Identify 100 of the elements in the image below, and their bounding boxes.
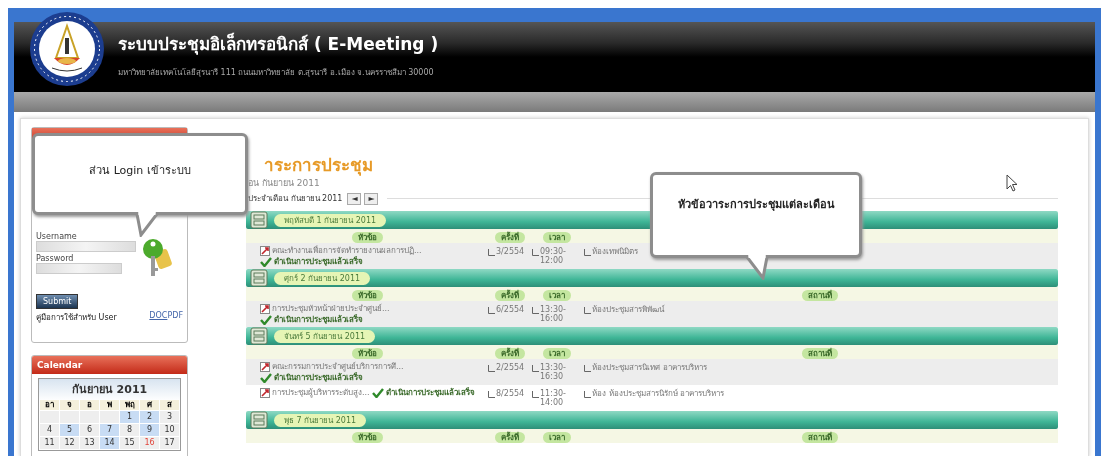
site-title: ระบบประชุมอิเล็กทรอนิกส์ ( E-Meeting ) bbox=[118, 32, 439, 56]
corner-icon bbox=[584, 391, 591, 398]
check-icon bbox=[260, 372, 272, 383]
calendar-day[interactable]: 12 bbox=[60, 437, 79, 449]
weekday-label: อ bbox=[80, 400, 99, 410]
weekday-label: อา bbox=[40, 400, 59, 410]
meeting-place: ห้องประชุมสารนิเทศ อาคารบริหาร bbox=[592, 363, 707, 372]
meeting-place: ห้องประชุมสารพิพัฒน์ bbox=[592, 305, 664, 314]
meeting-number: 3/2554 bbox=[496, 247, 525, 256]
field-label: Password bbox=[36, 254, 75, 263]
weekday-label: ส bbox=[160, 400, 179, 410]
cabinet-icon bbox=[250, 411, 268, 429]
password-field[interactable] bbox=[36, 263, 122, 274]
check-icon bbox=[371, 387, 384, 398]
calendar-day[interactable]: 1 bbox=[120, 411, 139, 423]
calendar-day[interactable]: 9 bbox=[140, 424, 159, 436]
calendar-day[interactable]: 16 bbox=[140, 437, 159, 449]
calendar-day[interactable]: 14 bbox=[100, 437, 119, 449]
meeting-number: 6/2554 bbox=[496, 305, 525, 314]
column-label: เวลา bbox=[543, 231, 571, 243]
calendar-day[interactable]: 13 bbox=[80, 437, 99, 449]
username-field[interactable] bbox=[36, 241, 136, 252]
meeting-time: 09:30-12:00 bbox=[540, 247, 567, 265]
calendar-header: Calendar bbox=[32, 356, 187, 374]
calendar-day[interactable]: 6 bbox=[80, 424, 99, 436]
column-label: สถานที่ bbox=[802, 289, 838, 301]
meeting-status: ดำเนินการประชุมแล้วเสร็จ bbox=[274, 257, 363, 266]
calendar-day[interactable]: 15 bbox=[120, 437, 139, 449]
corner-icon bbox=[584, 307, 591, 314]
meeting-number: 2/2554 bbox=[496, 363, 525, 372]
column-label: เวลา bbox=[543, 289, 571, 301]
meeting-place: ห้องเทพนิมิตร bbox=[592, 247, 638, 256]
weekday-label: จ bbox=[60, 400, 79, 410]
corner-icon bbox=[584, 249, 591, 256]
field-label: Username bbox=[36, 232, 78, 241]
column-label: สถานที่ bbox=[802, 431, 838, 443]
manual-text: คู่มือการใช้สำหรับ User bbox=[36, 312, 117, 324]
calendar-day[interactable]: 8 bbox=[120, 424, 139, 436]
corner-icon bbox=[532, 365, 539, 372]
cursor-icon bbox=[1006, 174, 1018, 192]
download-link[interactable]: PDF bbox=[167, 311, 183, 324]
corner-icon bbox=[584, 365, 591, 372]
meeting-status: ดำเนินการประชุมแล้วเสร็จ bbox=[274, 315, 363, 324]
submit-button[interactable]: Submit bbox=[36, 294, 79, 309]
corner-icon bbox=[488, 307, 495, 314]
meeting-row[interactable]: การประชุมหัวหน้าฝ่ายประจำศูนย์... ดำเนินการประชุมแล้วเสร็จ 6/2554 13:30-16:00 ห้องประชุมสารพิพัฒน์ bbox=[246, 301, 1058, 327]
document-icon bbox=[260, 361, 270, 372]
weekday-label: พ bbox=[100, 400, 119, 410]
date-label: ศุกร์ 2 กันยายน 2011 bbox=[274, 271, 371, 285]
check-icon bbox=[260, 314, 272, 325]
cabinet-icon bbox=[250, 211, 268, 229]
meeting-place: ห้อง ห้องประชุมสารนิรักษ์ อาคารบริหาร bbox=[592, 389, 725, 398]
calendar-day[interactable]: 7 bbox=[100, 424, 119, 436]
column-label: หัวข้อ bbox=[351, 231, 383, 243]
date-label: จันทร์ 5 กันยายน 2011 bbox=[274, 329, 376, 343]
date-label: พฤหัสบดี 1 กันยายน 2011 bbox=[274, 213, 387, 227]
calendar-day[interactable]: 11 bbox=[40, 437, 59, 449]
column-label: หัวข้อ bbox=[351, 431, 383, 443]
cabinet-icon bbox=[250, 269, 268, 287]
date-label: พุธ 7 กันยายน 2011 bbox=[274, 413, 367, 427]
corner-icon bbox=[532, 249, 539, 256]
corner-icon bbox=[532, 391, 539, 398]
meeting-topic: การประชุมหัวหน้าฝ่ายประจำศูนย์... bbox=[272, 304, 390, 313]
meeting-status: ดำเนินการประชุมแล้วเสร็จ bbox=[385, 388, 475, 397]
meeting-time: 13:30-16:00 bbox=[540, 305, 567, 323]
column-label: หัวข้อ bbox=[351, 347, 383, 359]
check-icon bbox=[260, 256, 272, 267]
calendar-month: กันยายน 2011 bbox=[70, 382, 149, 398]
meeting-topic: คณะทำงานเพื่อการจัดทำรายงานผลการปฏิ... bbox=[272, 246, 422, 255]
meeting-number: 8/2554 bbox=[496, 389, 525, 398]
weekday-label: ศ bbox=[140, 400, 159, 410]
corner-icon bbox=[488, 391, 495, 398]
cabinet-icon bbox=[250, 327, 268, 345]
calendar-day[interactable]: 17 bbox=[160, 437, 179, 449]
tooltip-text: หัวข้อวาระการประชุมแต่ละเดือน bbox=[677, 197, 835, 213]
column-label: สถานที่ bbox=[802, 347, 838, 359]
previous-month-button[interactable]: ◄ bbox=[347, 192, 362, 205]
calendar-day[interactable]: 5 bbox=[60, 424, 79, 436]
document-icon bbox=[260, 303, 270, 314]
calendar-day[interactable]: 4 bbox=[40, 424, 59, 436]
column-label: ครั้งที่ bbox=[495, 431, 525, 443]
column-label: เวลา bbox=[543, 347, 571, 359]
page-title: าระการประชุม bbox=[263, 155, 374, 175]
university-logo-icon bbox=[28, 10, 106, 88]
calendar-day[interactable]: 2 bbox=[140, 411, 159, 423]
weekday-label: พฤ bbox=[120, 400, 139, 410]
calendar-day[interactable]: 3 bbox=[160, 411, 179, 423]
download-link[interactable]: DOC bbox=[149, 311, 168, 324]
document-icon bbox=[260, 387, 270, 398]
month-label: ประจำเดือน กันยายน 2011 bbox=[248, 193, 343, 205]
next-month-button[interactable]: ► bbox=[364, 192, 379, 205]
calendar-day[interactable]: 10 bbox=[160, 424, 179, 436]
meeting-row[interactable]: คณะกรรมการประจำศูนย์บริการการศึ... ดำเนินการประชุมแล้วเสร็จ 2/2554 13:30-16:30 ห้องประชุมสารนิเทศ อาคารบริหาร bbox=[246, 359, 1058, 385]
document-icon bbox=[260, 245, 270, 256]
meeting-time: 13:30-16:30 bbox=[540, 363, 567, 381]
column-label: ครั้งที่ bbox=[495, 347, 525, 359]
column-label: ครั้งที่ bbox=[495, 289, 525, 301]
column-label: ครั้งที่ bbox=[495, 231, 525, 243]
corner-icon bbox=[488, 249, 495, 256]
meeting-time: 11:30-14:00 bbox=[540, 389, 567, 407]
